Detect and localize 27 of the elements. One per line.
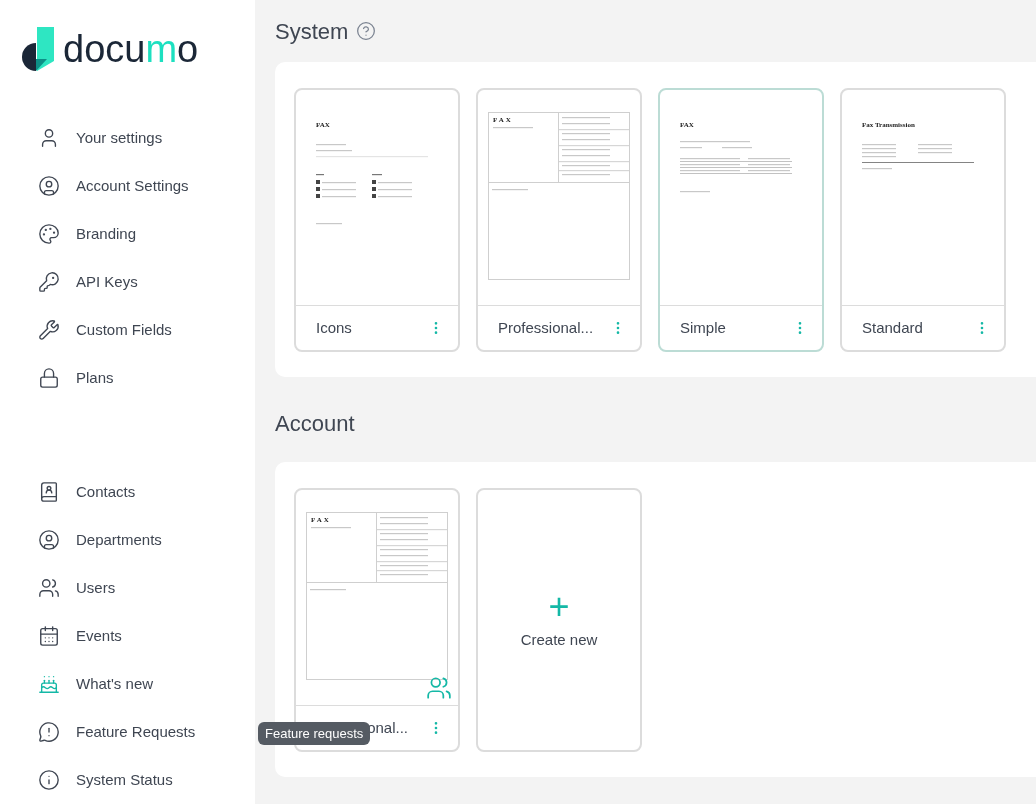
plus-symbol: + — [548, 588, 570, 625]
document-line-drawing — [311, 527, 351, 530]
sidebar-item[interactable]: Events — [0, 612, 255, 660]
sidebar-item[interactable]: Account Settings — [0, 162, 255, 210]
template-name: Icons — [316, 317, 352, 338]
template-name: Simple — [680, 317, 726, 338]
sidebar-item[interactable]: Your settings — [0, 114, 255, 162]
sidebar-item[interactable]: Feature Requests — [0, 708, 255, 756]
sidebar-item[interactable]: Custom Fields — [0, 306, 255, 354]
sidebar-item[interactable]: Users — [0, 564, 255, 612]
section-title: Account — [275, 410, 355, 438]
sidebar-item[interactable]: Contacts — [0, 468, 255, 516]
create-new-button[interactable]: + Create new — [476, 488, 642, 752]
template-name: Standard — [862, 317, 923, 338]
sidebar-item[interactable]: API Keys — [0, 258, 255, 306]
users-icon — [426, 675, 452, 701]
section-title: System — [275, 17, 349, 46]
logo: documo — [0, 0, 255, 72]
sidebar-item[interactable]: Departments — [0, 516, 255, 564]
sidebar-item[interactable]: What's new — [0, 660, 255, 708]
sidebar-item[interactable]: System Status — [0, 756, 255, 804]
template-name: Professional... — [498, 317, 594, 338]
document-line-drawing — [493, 127, 533, 130]
sidebar-item[interactable]: Plans — [0, 354, 255, 402]
help-icon[interactable] — [356, 21, 377, 41]
sidebar-item[interactable]: Branding — [0, 210, 255, 258]
logo-icon — [21, 26, 55, 71]
